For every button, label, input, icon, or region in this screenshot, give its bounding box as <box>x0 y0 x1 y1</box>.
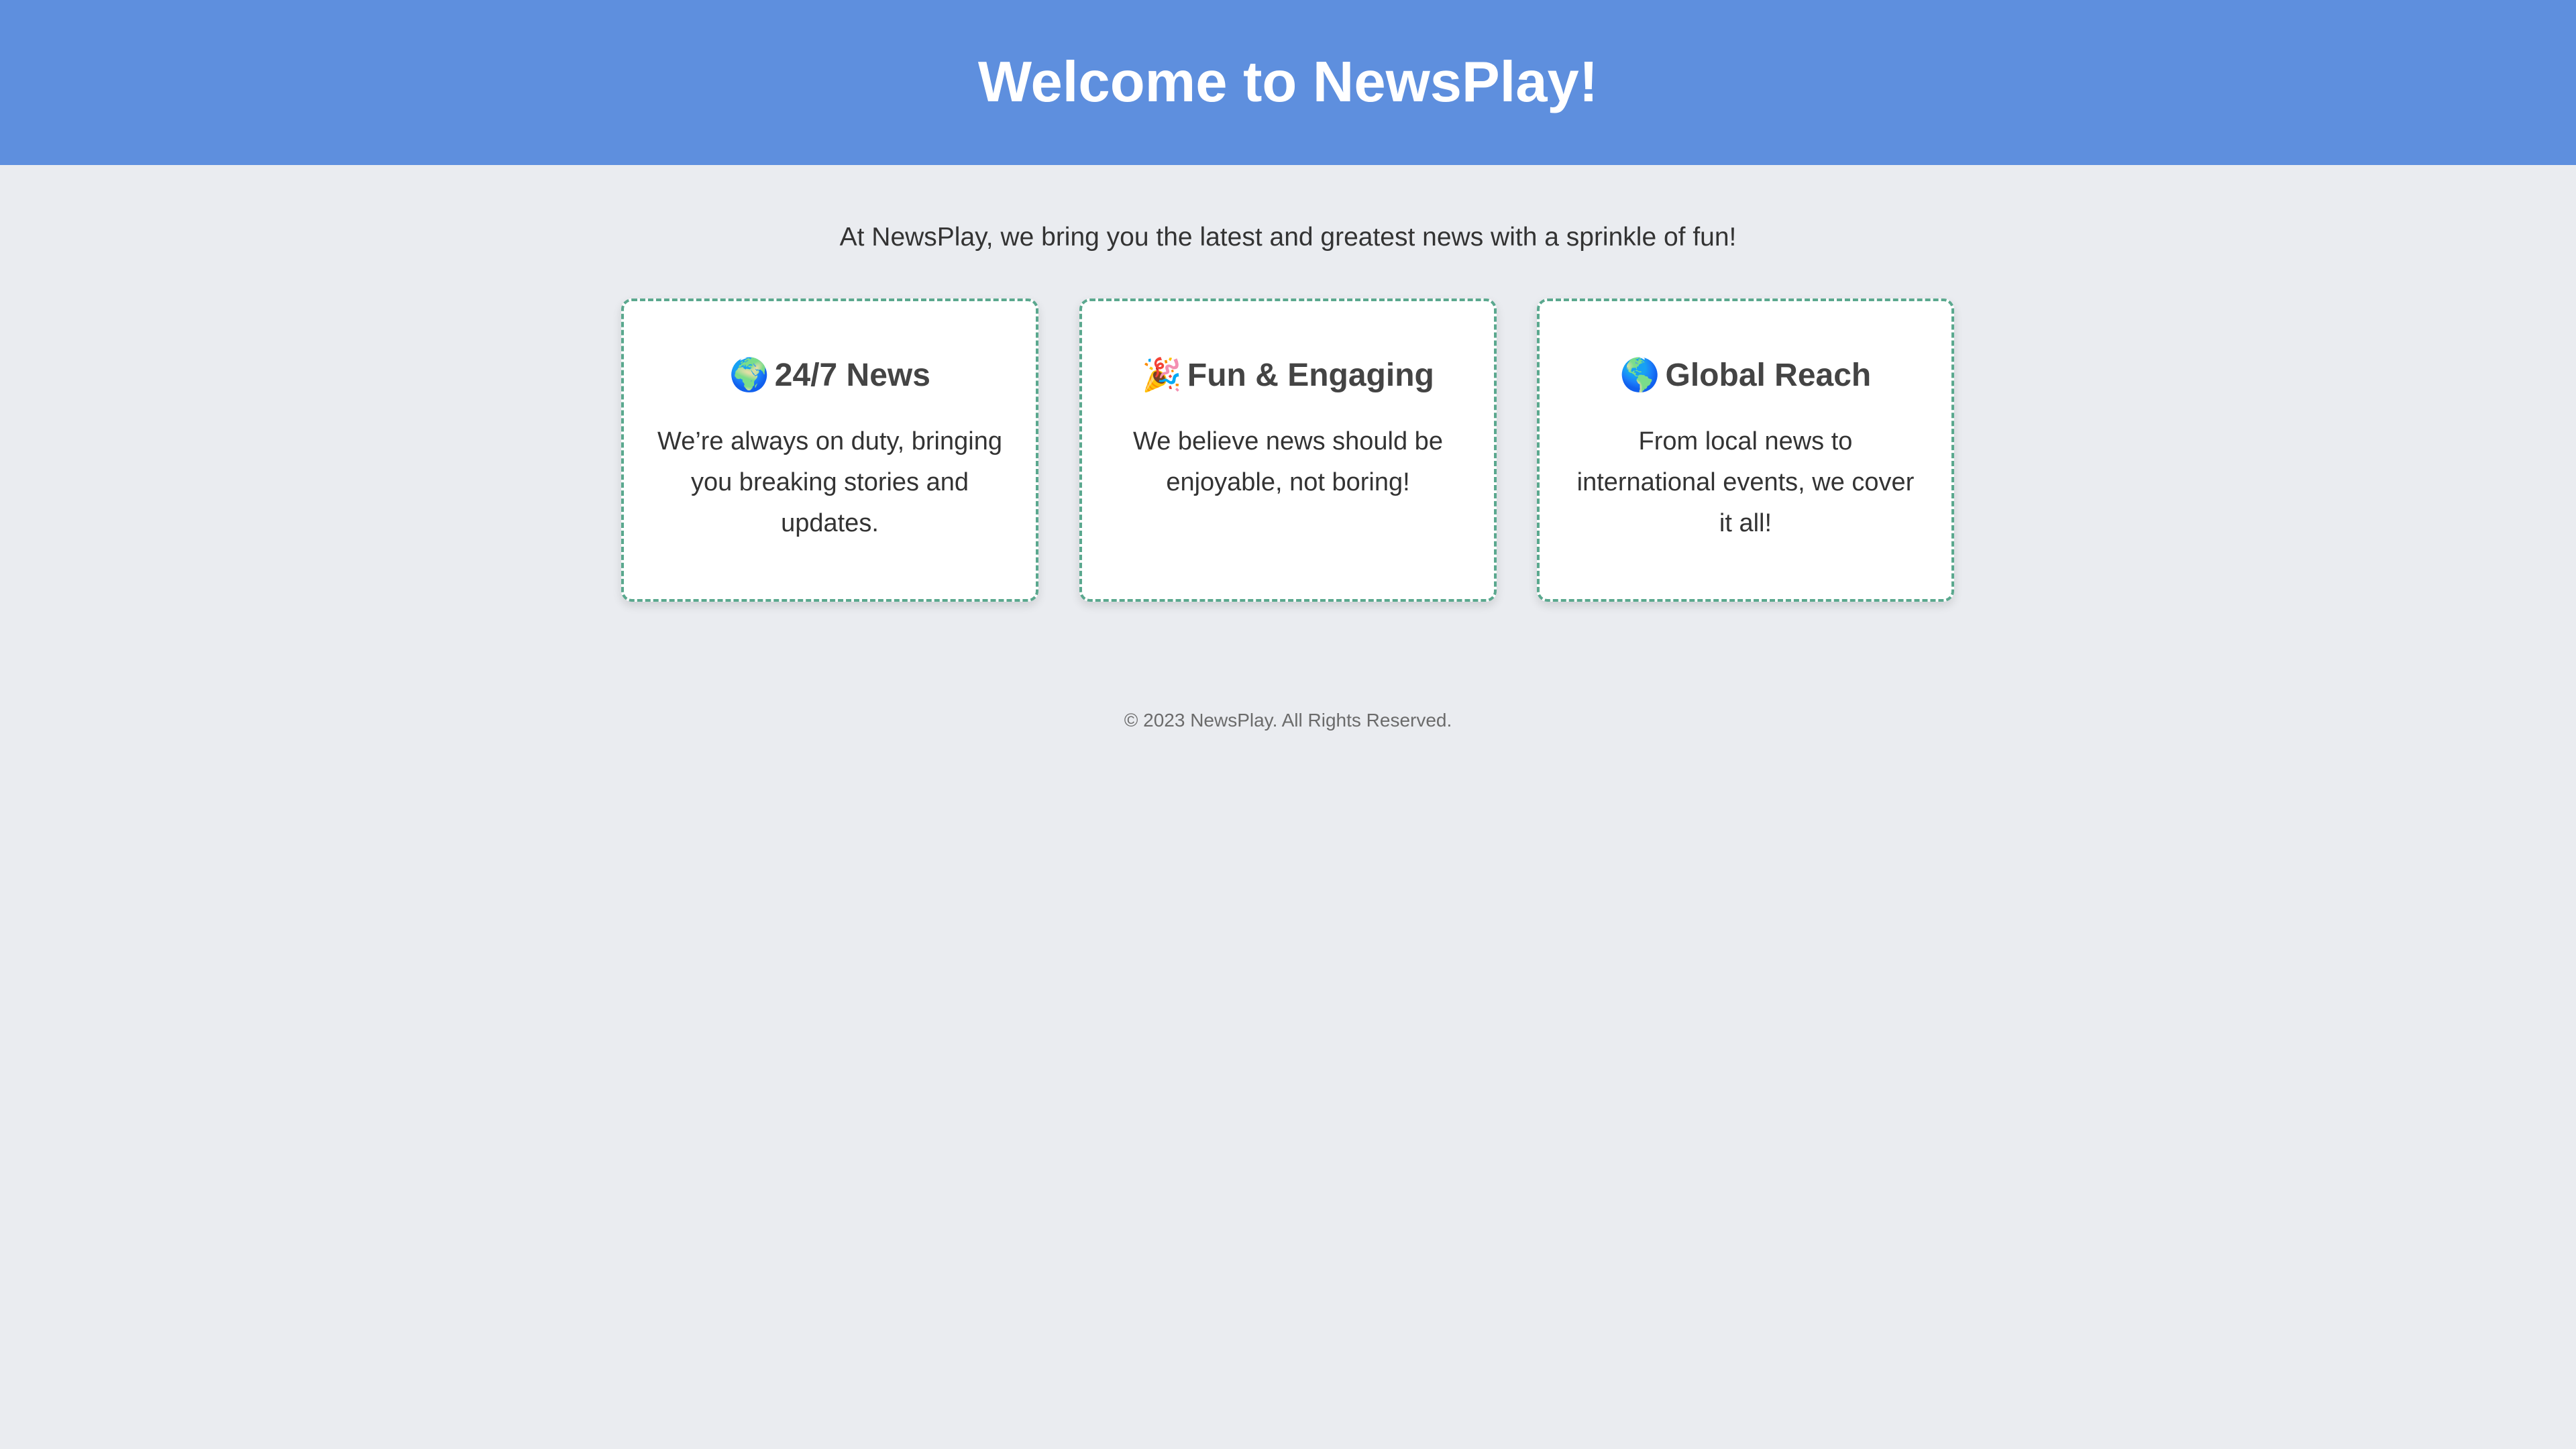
feature-card-title: 🌍 24/7 News <box>653 355 1006 396</box>
feature-card-title-text: Fun & Engaging <box>1187 358 1434 393</box>
feature-card-body: We’re always on duty, bringing you break… <box>657 427 1002 537</box>
globe-europe-africa-icon: 🌍 <box>729 356 769 394</box>
feature-card-24-7-news: 🌍 24/7 News We’re always on duty, bringin… <box>621 299 1038 602</box>
feature-card-title: 🌎 Global Reach <box>1569 355 1922 396</box>
copyright-text: © 2023 NewsPlay. All Rights Reserved. <box>1124 710 1452 731</box>
feature-card-title: 🎉 Fun & Engaging <box>1112 355 1464 396</box>
party-popper-icon: 🎉 <box>1142 356 1182 394</box>
globe-americas-icon: 🌎 <box>1619 356 1660 394</box>
feature-card-title-text: Global Reach <box>1665 358 1872 393</box>
feature-card-global-reach: 🌎 Global Reach From local news to interna… <box>1537 299 1954 602</box>
feature-card-title-text: 24/7 News <box>774 358 930 393</box>
page-header: Welcome to NewsPlay! <box>0 0 2576 165</box>
intro-text: At NewsPlay, we bring you the latest and… <box>839 223 1737 252</box>
feature-card-body: From local news to international events,… <box>1576 427 1915 537</box>
page-title: Welcome to NewsPlay! <box>977 50 1599 114</box>
feature-card-fun-engaging: 🎉 Fun & Engaging We believe news should b… <box>1079 299 1497 602</box>
page-footer: © 2023 NewsPlay. All Rights Reserved. <box>0 710 2576 731</box>
feature-card-body: We believe news should be enjoyable, not… <box>1133 427 1443 496</box>
feature-cards: 🌍 24/7 News We’re always on duty, bringin… <box>621 299 1954 602</box>
